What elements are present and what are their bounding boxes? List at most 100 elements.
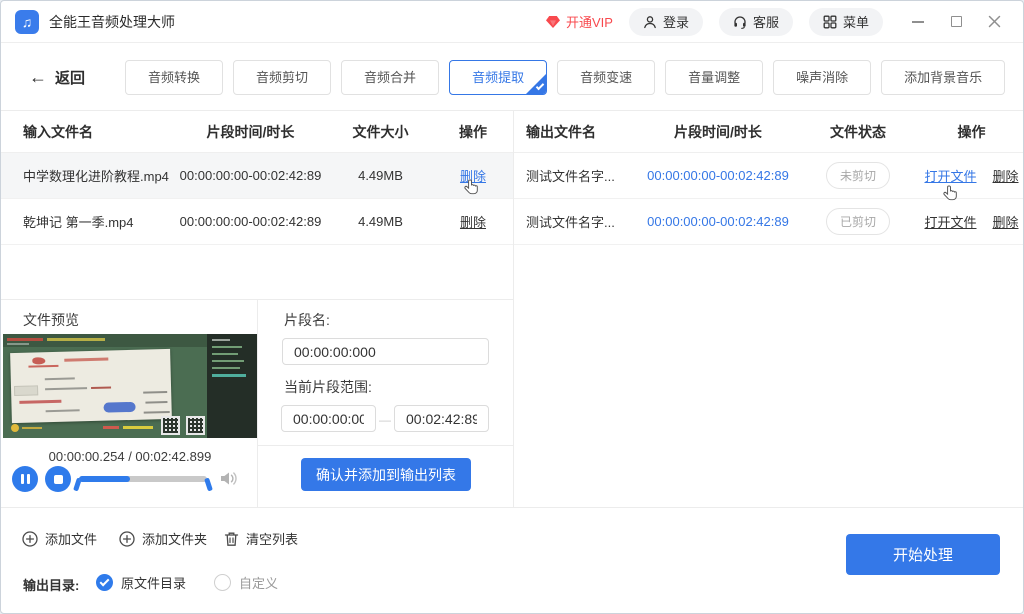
menu-label: 菜单 xyxy=(843,12,869,31)
vip-button[interactable]: 开通VIP xyxy=(545,12,613,31)
maximize-button[interactable] xyxy=(941,7,971,37)
radio-unchecked-icon xyxy=(214,574,231,591)
col-input-op: 操作 xyxy=(433,122,513,142)
input-table-row[interactable]: 中学数理化进阶教程.mp4 00:00:00:00-00:02:42:89 4.… xyxy=(1,153,513,199)
clear-list-button[interactable]: 清空列表 xyxy=(224,529,298,548)
delete-output-link[interactable]: 删除 xyxy=(993,166,1019,185)
radio-original-dir[interactable]: 原文件目录 xyxy=(96,573,186,592)
stop-button[interactable] xyxy=(45,466,71,492)
trim-handle-right[interactable] xyxy=(204,478,213,492)
tab-noise-removal[interactable]: 噪声消除 xyxy=(773,60,871,95)
tab-selected-check-icon xyxy=(536,81,544,89)
add-folder-button[interactable]: 添加文件夹 xyxy=(119,529,207,548)
open-file-link[interactable]: 打开文件 xyxy=(924,212,976,231)
input-file-name: 乾坤记 第一季.mp4 xyxy=(1,212,173,231)
title-bar: ♫ 全能王音频处理大师 开通VIP 登录 客服 菜单 xyxy=(1,1,1023,43)
col-input-size: 文件大小 xyxy=(328,122,433,142)
confirm-add-output-button[interactable]: 确认并添加到输出列表 xyxy=(301,458,471,491)
gem-icon xyxy=(545,15,561,29)
volume-button[interactable] xyxy=(219,470,239,487)
tab-add-bgm[interactable]: 添加背景音乐 xyxy=(881,60,1005,95)
tab-audio-merge[interactable]: 音频合并 xyxy=(341,60,439,95)
back-arrow-icon: ← xyxy=(29,67,47,88)
playback-time: 00:00:00.254 / 00:02:42.899 xyxy=(15,449,245,464)
tab-audio-speed[interactable]: 音频变速 xyxy=(557,60,655,95)
radio-custom-dir[interactable]: 自定义 xyxy=(214,573,278,592)
panel-divider xyxy=(513,111,514,507)
maximize-icon xyxy=(951,16,962,27)
trash-icon xyxy=(224,531,239,547)
col-input-time: 片段时间/时长 xyxy=(173,122,328,142)
pause-icon xyxy=(21,474,30,484)
progress-fill xyxy=(79,476,130,482)
input-file-name: 中学数理化进阶教程.mp4 xyxy=(1,166,173,185)
output-table-row[interactable]: 测试文件名字... 00:00:00:00-00:02:42:89 已剪切 打开… xyxy=(514,199,1024,245)
progress-bar[interactable] xyxy=(79,476,207,482)
start-processing-button[interactable]: 开始处理 xyxy=(846,534,1000,575)
speaker-icon xyxy=(219,470,239,487)
footer-divider xyxy=(1,507,1023,508)
output-table-header: 输出文件名 片段时间/时长 文件状态 操作 xyxy=(514,111,1024,153)
app-title: 全能王音频处理大师 xyxy=(49,12,175,32)
user-icon xyxy=(643,15,657,29)
add-file-label: 添加文件 xyxy=(45,529,97,548)
input-file-time: 00:00:00:00-00:02:42:89 xyxy=(173,214,328,229)
delete-output-link[interactable]: 删除 xyxy=(993,212,1019,231)
range-end-input[interactable] xyxy=(394,405,489,432)
support-label: 客服 xyxy=(753,12,779,31)
thumb-playlist-sidebar xyxy=(207,334,257,438)
output-dir-label: 输出目录: xyxy=(23,575,79,594)
minimize-icon xyxy=(912,21,924,23)
col-output-status: 文件状态 xyxy=(798,122,918,142)
close-icon xyxy=(988,15,1001,28)
plus-circle-icon xyxy=(119,531,135,547)
video-preview-thumbnail[interactable] xyxy=(3,334,257,438)
delete-input-link[interactable]: 删除 xyxy=(460,215,486,230)
back-label: 返回 xyxy=(55,67,85,88)
back-button[interactable]: ← 返回 xyxy=(29,67,85,88)
input-table-row[interactable]: 乾坤记 第一季.mp4 00:00:00:00-00:02:42:89 4.49… xyxy=(1,199,513,245)
function-tab-bar: ← 返回 音频转换 音频剪切 音频合并 音频提取 音频变速 音量调整 噪声消除 … xyxy=(1,44,1023,111)
window-controls xyxy=(903,7,1009,37)
support-button[interactable]: 客服 xyxy=(719,8,793,36)
qr-code xyxy=(186,416,205,435)
output-file-name: 测试文件名字... xyxy=(514,166,638,185)
tab-volume-adjust[interactable]: 音量调整 xyxy=(665,60,763,95)
open-file-link[interactable]: 打开文件 xyxy=(924,166,976,185)
col-output-op: 操作 xyxy=(918,122,1024,142)
output-file-time: 00:00:00:00-00:02:42:89 xyxy=(638,214,798,229)
input-file-size: 4.49MB xyxy=(328,214,433,229)
titlebar-actions: 开通VIP 登录 客服 菜单 xyxy=(545,7,1023,37)
add-folder-label: 添加文件夹 xyxy=(142,529,207,548)
range-separator: — xyxy=(379,413,391,427)
radio-original-dir-label: 原文件目录 xyxy=(121,573,186,592)
headset-icon xyxy=(733,15,747,29)
input-file-size: 4.49MB xyxy=(328,168,433,183)
tab-audio-cut[interactable]: 音频剪切 xyxy=(233,60,331,95)
plus-circle-icon xyxy=(22,531,38,547)
tab-audio-extract[interactable]: 音频提取 xyxy=(449,60,547,95)
grid-menu-icon xyxy=(823,15,837,29)
range-start-input[interactable] xyxy=(281,405,376,432)
col-output-time: 片段时间/时长 xyxy=(638,122,798,142)
output-file-table: 输出文件名 片段时间/时长 文件状态 操作 测试文件名字... 00:00:00… xyxy=(514,111,1024,245)
close-button[interactable] xyxy=(979,7,1009,37)
app-window: ♫ 全能王音频处理大师 开通VIP 登录 客服 菜单 xyxy=(0,0,1024,614)
clip-name-label: 片段名: xyxy=(284,310,330,330)
radio-checked-icon xyxy=(96,574,113,591)
minimize-button[interactable] xyxy=(903,7,933,37)
login-button[interactable]: 登录 xyxy=(629,8,703,36)
input-table-header: 输入文件名 片段时间/时长 文件大小 操作 xyxy=(1,111,513,153)
menu-button[interactable]: 菜单 xyxy=(809,8,883,36)
login-label: 登录 xyxy=(663,12,689,31)
preview-title: 文件预览 xyxy=(23,310,79,330)
tabs: 音频转换 音频剪切 音频合并 音频提取 音频变速 音量调整 噪声消除 添加背景音… xyxy=(125,60,1005,95)
stop-icon xyxy=(54,475,63,484)
tab-audio-convert[interactable]: 音频转换 xyxy=(125,60,223,95)
pause-button[interactable] xyxy=(12,466,38,492)
clip-name-input[interactable] xyxy=(282,338,489,365)
output-table-row[interactable]: 测试文件名字... 00:00:00:00-00:02:42:89 未剪切 打开… xyxy=(514,153,1024,199)
delete-input-link[interactable]: 删除 xyxy=(460,169,486,184)
form-divider-vertical xyxy=(257,299,258,507)
add-file-button[interactable]: 添加文件 xyxy=(22,529,97,548)
